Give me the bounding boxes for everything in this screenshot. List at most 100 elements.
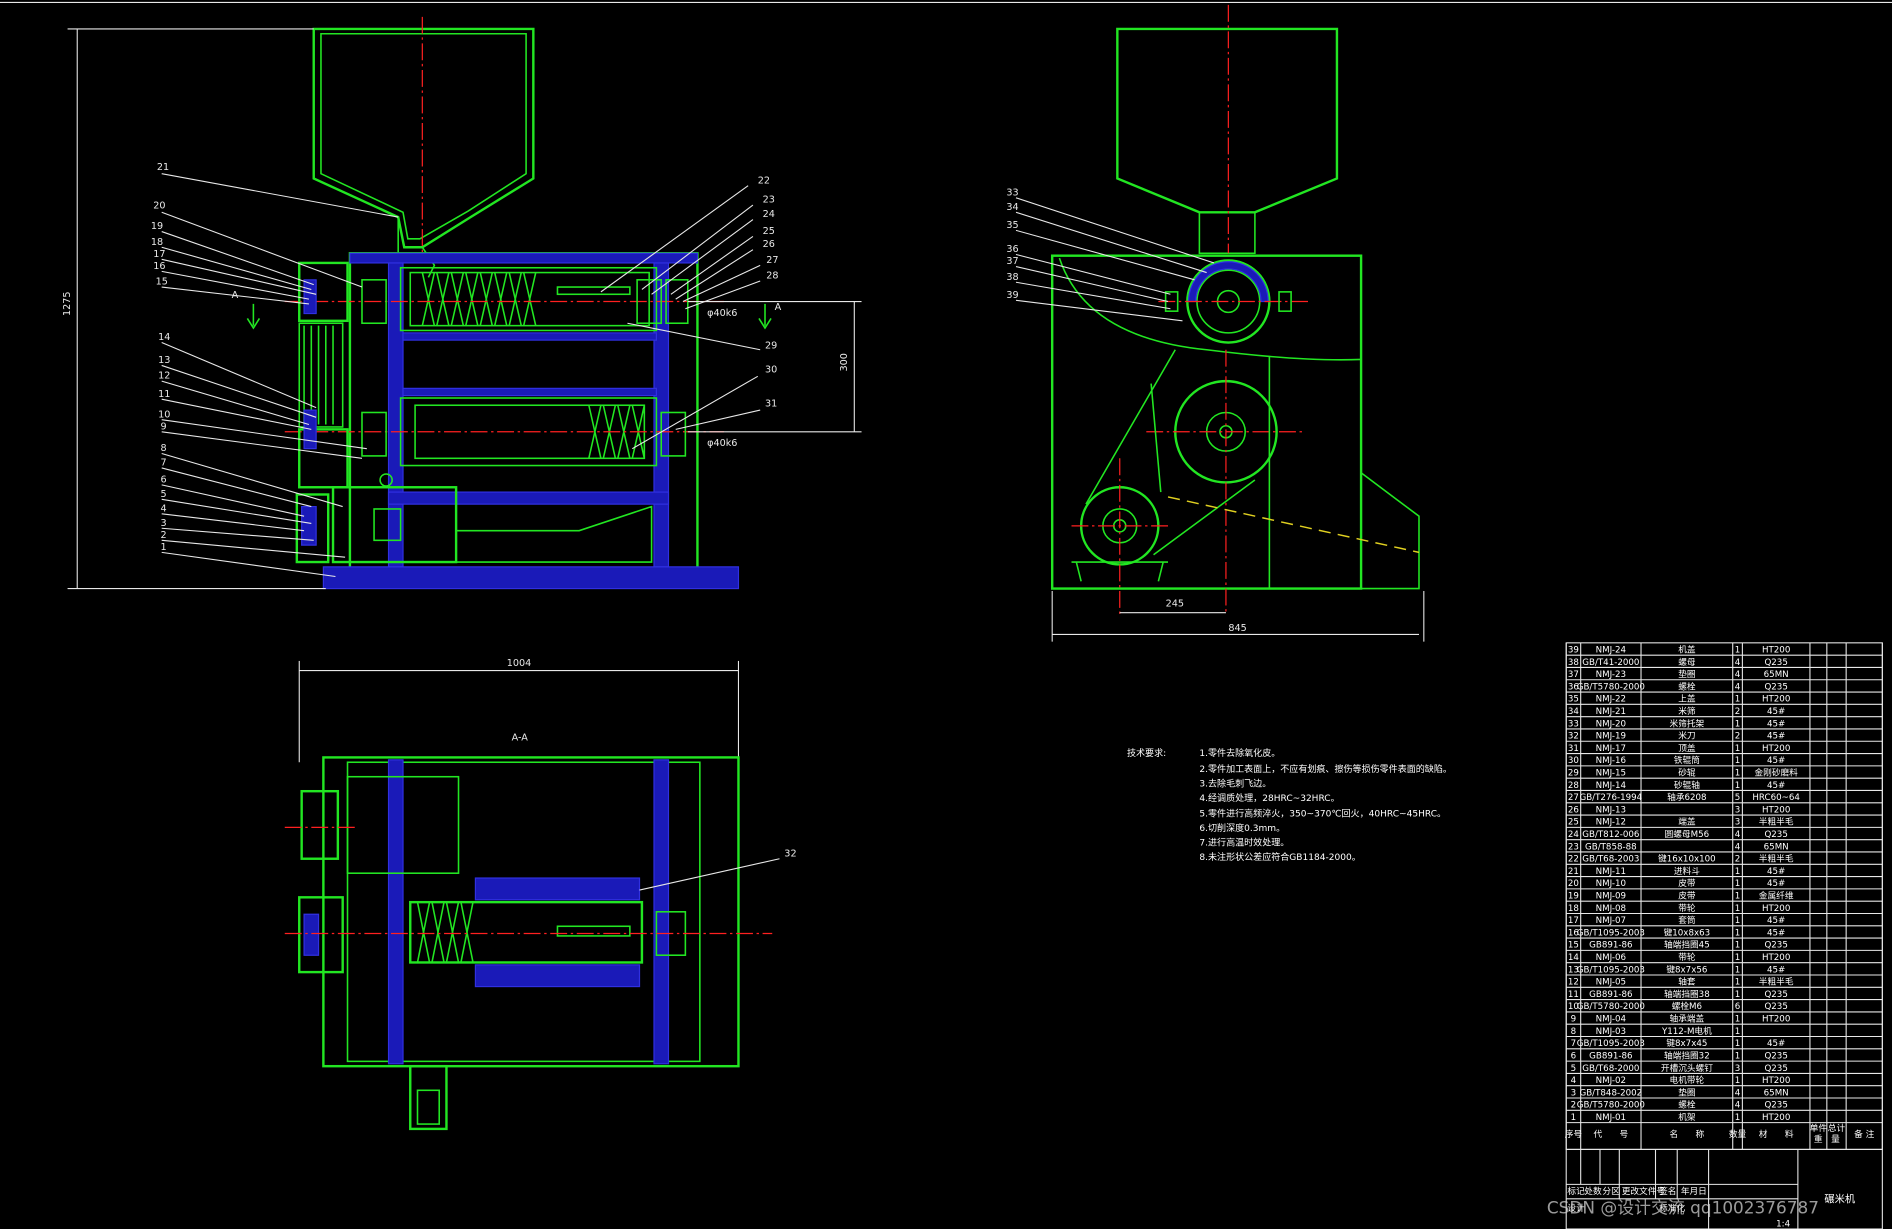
bom-cell-qty: 1 (1735, 695, 1741, 705)
bom-cell-seq: 5 (1571, 1064, 1577, 1074)
section-roller (409, 900, 644, 964)
section-view: 1004 A-A 32 (284, 658, 797, 1131)
bom-cell-material: Q235 (1764, 1002, 1787, 1012)
bom-cell-seq: 8 (1571, 1027, 1577, 1037)
callout-15: 15 (156, 277, 168, 288)
tech-note-1: 1.零件去除氧化皮。 (1199, 747, 1280, 759)
bom-cell-material: 45# (1767, 928, 1785, 938)
bom-cell-qty: 1 (1735, 990, 1741, 1000)
side-chute (1360, 472, 1420, 590)
bom-cell-qty: 1 (1735, 892, 1741, 902)
callout-18: 18 (151, 237, 163, 248)
section-title: A-A (512, 733, 529, 744)
bom-cell-material: 65MN (1764, 1088, 1789, 1098)
section-screen-bottom (474, 964, 641, 988)
callout-36: 36 (1006, 244, 1018, 255)
bom-header-remark: 备 注 (1854, 1128, 1874, 1140)
bom-cell-seq: 31 (1568, 744, 1579, 754)
callout-7: 7 (160, 458, 166, 469)
bom-cell-name: 机架 (1678, 1111, 1696, 1123)
bom-cell-material: HT200 (1762, 645, 1790, 655)
bom-cell-seq: 7 (1571, 1039, 1577, 1049)
callout-31: 31 (765, 398, 777, 409)
bom-cell-material: Q235 (1764, 658, 1787, 668)
bom-cell-qty: 1 (1735, 965, 1741, 975)
bom-cell-seq: 9 (1571, 1015, 1577, 1025)
callout-23: 23 (763, 195, 775, 206)
callout-30: 30 (765, 365, 777, 376)
bom-cell-qty: 1 (1735, 645, 1741, 655)
tb-label-sign: 签名 (1659, 1185, 1676, 1197)
bom-cell-seq: 12 (1568, 978, 1579, 988)
bom-cell-material: 45# (1767, 732, 1785, 742)
callout-19: 19 (151, 221, 163, 232)
bom-cell-qty: 1 (1735, 781, 1741, 791)
bom-cell-qty: 3 (1735, 818, 1741, 828)
bom-cell-code: NMJ-20 (1596, 719, 1626, 729)
bom-cell-name: 轴套 (1678, 976, 1696, 988)
callout-27: 27 (766, 255, 778, 266)
discharge-chute (455, 505, 653, 563)
bom-cell-code: GB/T1095-2003 (1577, 928, 1645, 938)
callouts-left: 21 20 19 18 17 16 15 14 13 12 11 10 9 8 … (151, 162, 399, 578)
callout-35: 35 (1006, 220, 1018, 231)
bom-cell-material: Q235 (1764, 1101, 1787, 1111)
tb-label-date: 年月日 (1681, 1185, 1707, 1197)
bom-cell-qty: 1 (1735, 756, 1741, 766)
bom-cell-qty: 1 (1735, 769, 1741, 779)
bom-cell-code: GB891-86 (1589, 1051, 1632, 1061)
bom-cell-qty: 1 (1735, 1113, 1741, 1123)
bom-cell-code: NMJ-24 (1596, 645, 1627, 655)
dim-300-text: 300 (839, 353, 850, 371)
callout-38: 38 (1006, 272, 1018, 283)
bom-cell-material: 半粗半毛 (1759, 853, 1794, 865)
bom-cell-material: HT200 (1762, 953, 1790, 963)
bom-cell-name: 皮带 (1678, 890, 1696, 902)
bom-cell-seq: 11 (1568, 990, 1579, 1000)
bom-cell-seq: 2 (1571, 1101, 1577, 1111)
bom-cell-qty: 4 (1735, 842, 1741, 852)
bom-cell-material: 45# (1767, 756, 1785, 766)
bom-cell-code: NMJ-19 (1596, 732, 1626, 742)
bom-cell-qty: 4 (1735, 1088, 1741, 1098)
bom-cell-name: 螺母 (1678, 657, 1696, 668)
callout-39: 39 (1006, 290, 1018, 301)
bom-cell-code: NMJ-12 (1596, 818, 1626, 828)
left-pulley-stack (295, 261, 349, 564)
bom-cell-name: 开槽沉头螺钉 (1661, 1062, 1713, 1074)
callout-20: 20 (153, 201, 165, 212)
tech-notes-heading: 技术要求: (1127, 747, 1166, 759)
bom-cell-qty: 5 (1735, 793, 1741, 803)
section-key (556, 925, 631, 937)
bom-header-material: 材 料 (1759, 1128, 1794, 1140)
bom-cell-name: 皮带 (1678, 877, 1696, 889)
bom-cell-material: 金刚砂磨料 (1754, 767, 1798, 779)
bom-cell-seq: 26 (1568, 805, 1579, 815)
bom-cell-code: GB/T41-2000 (1582, 658, 1639, 668)
bom-cell-seq: 4 (1571, 1076, 1577, 1086)
upper-roller-housing (399, 266, 658, 332)
fit-label-upper: φ40k6 (707, 308, 737, 319)
middle-bar-1 (402, 332, 658, 341)
bom-cell-material: 45# (1767, 867, 1785, 877)
bom-cell-name: 螺栓M6 (1672, 1000, 1702, 1012)
bom-cell-seq: 35 (1568, 695, 1579, 705)
bom-cell-material: 65MN (1764, 842, 1789, 852)
bom-cell-qty: 1 (1735, 1039, 1741, 1049)
bom-cell-qty: 1 (1735, 719, 1741, 729)
side-view: 245 845 33 34 35 36 37 38 39 (1006, 4, 1425, 642)
bom-cell-seq: 24 (1568, 830, 1580, 840)
callout-1: 1 (160, 542, 166, 553)
bom-cell-code: GB/T68-2000 (1582, 1064, 1639, 1074)
side-hopper-neck (1198, 211, 1256, 255)
bom-cell-seq: 33 (1568, 719, 1579, 729)
bom-cell-name: 螺栓 (1678, 680, 1696, 692)
bom-cell-seq: 32 (1568, 732, 1579, 742)
bom-cell-material: HT200 (1762, 744, 1790, 754)
bom-cell-name: 套筒 (1678, 914, 1696, 926)
bom-cell-qty: 2 (1735, 707, 1741, 717)
bom-cell-name: 圆螺母M56 (1665, 829, 1710, 840)
tech-note-4: 4.经调质处理，28HRC~32HRC。 (1199, 792, 1339, 804)
bom-cell-qty: 1 (1735, 928, 1741, 938)
bom-cell-material: Q235 (1764, 1051, 1787, 1061)
